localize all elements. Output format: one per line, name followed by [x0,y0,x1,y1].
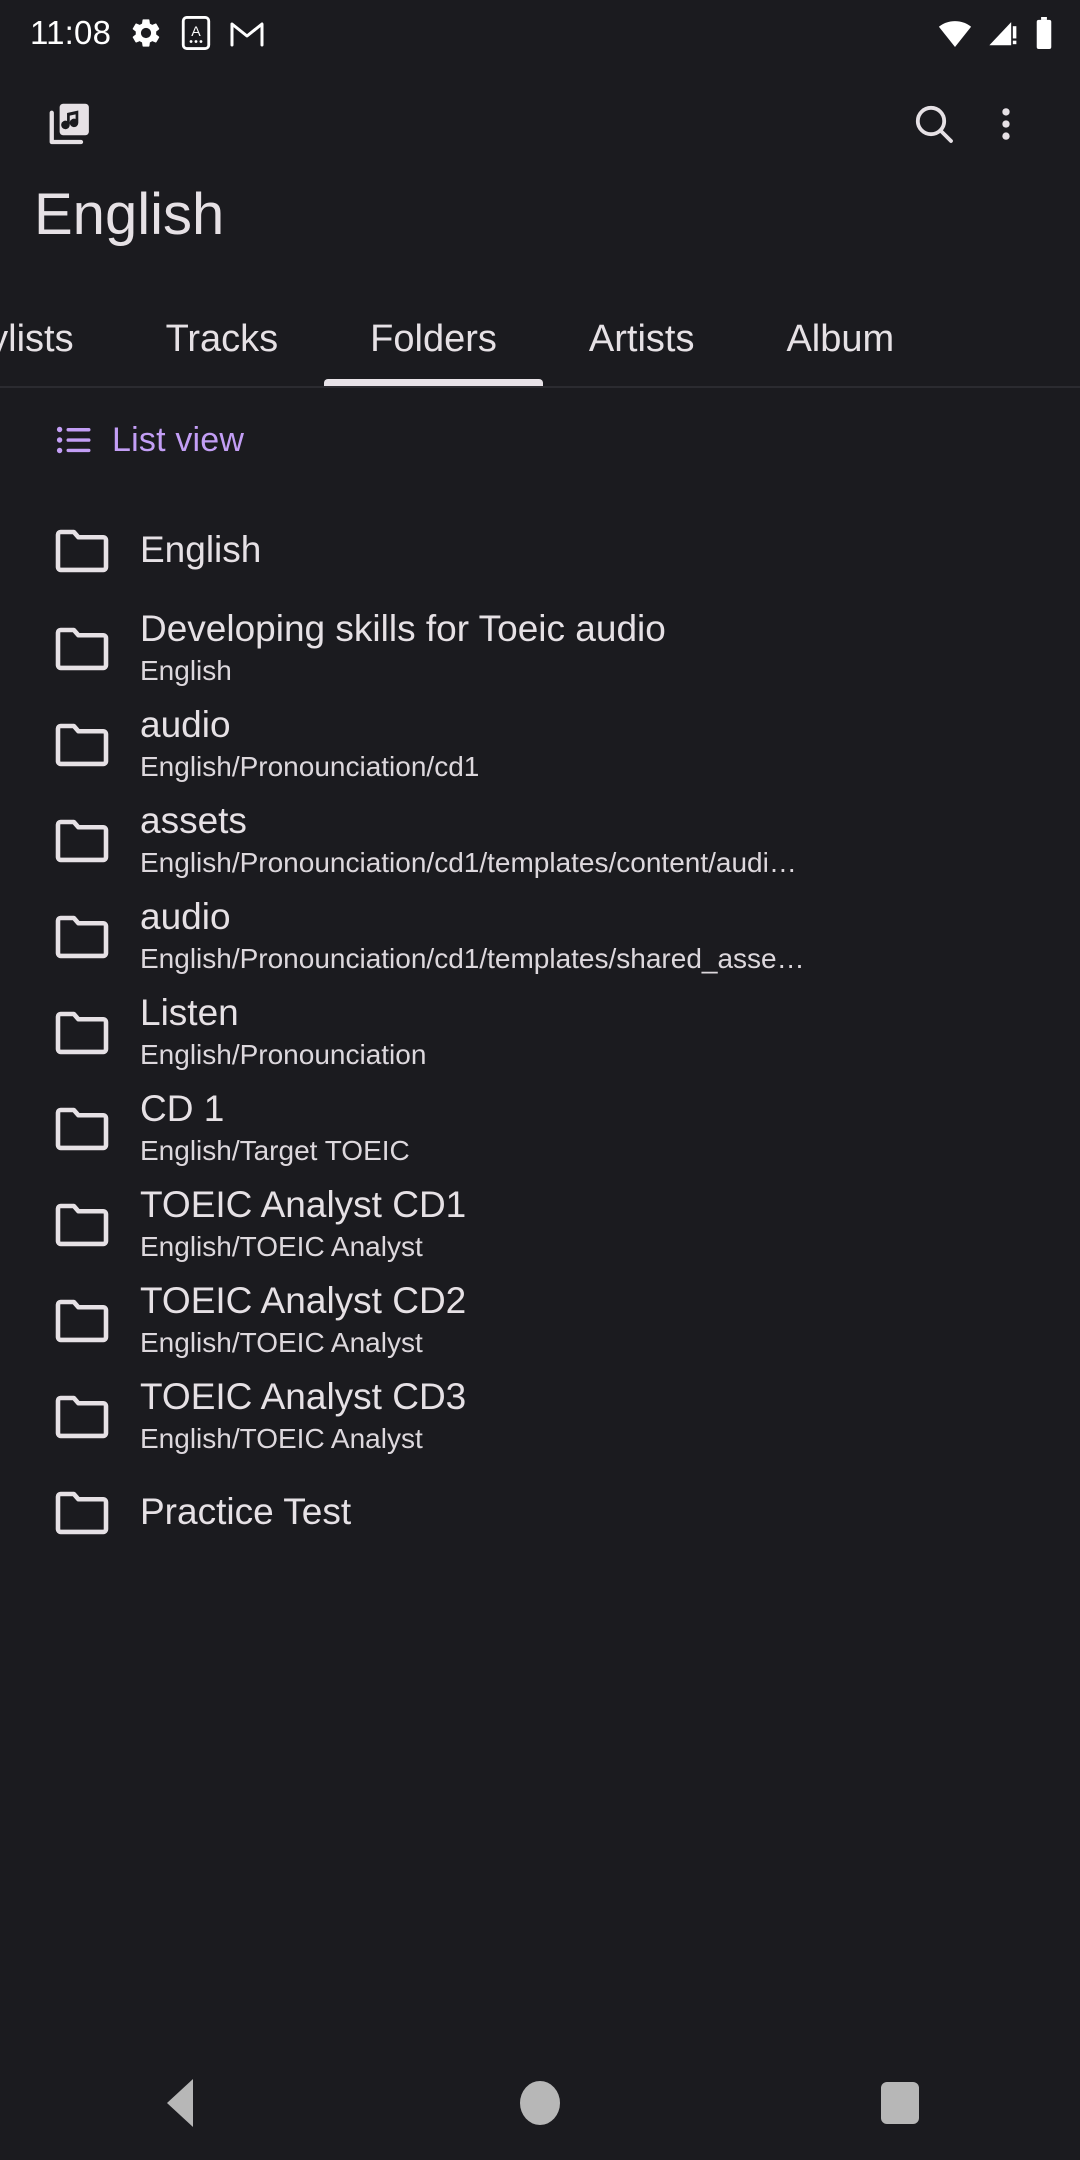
list-item[interactable]: audio English/Pronounciation/cd1 [0,696,1080,792]
overflow-menu-icon[interactable] [970,88,1042,160]
gear-icon [129,16,163,50]
list-item-text: TOEIC Analyst CD2 English/TOEIC Analyst [128,1278,1050,1362]
page-title: English [34,182,225,247]
list-item[interactable]: Practice Test [0,1464,1080,1560]
list-view-button[interactable]: List view [56,421,244,460]
list-item-text: assets English/Pronounciation/cd1/templa… [128,798,1050,882]
status-bar-right [938,17,1054,49]
folder-icon [36,698,128,790]
folder-path: English/Pronounciation/cd1 [140,751,480,782]
list-item[interactable]: assets English/Pronounciation/cd1/templa… [0,792,1080,888]
folder-name: audio [140,704,231,745]
system-navigation-bar [0,2046,1080,2160]
folder-name: audio [140,896,231,937]
tab-strip[interactable]: aylists Tracks Folders Artists Album [0,292,1080,388]
folder-name: Developing skills for Toeic audio [140,608,666,649]
folder-path: English/TOEIC Analyst [140,1231,423,1262]
tab-artists[interactable]: Artists [543,292,741,386]
list-item[interactable]: CD 1 English/Target TOEIC [0,1080,1080,1176]
folder-icon [36,1274,128,1366]
gmail-icon [229,18,265,48]
folder-path: English/Pronounciation/cd1/templates/con… [140,847,797,878]
home-icon [520,2081,560,2125]
view-mode-row: List view [0,388,1080,492]
folder-icon [36,602,128,694]
folder-name: English [140,529,262,570]
app-a-icon: A [181,16,211,50]
music-library-icon[interactable] [36,88,108,160]
folder-name: TOEIC Analyst CD2 [140,1280,467,1321]
list-item-text: audio English/Pronounciation/cd1/templat… [128,894,1050,978]
list-item[interactable]: audio English/Pronounciation/cd1/templat… [0,888,1080,984]
list-item-text: TOEIC Analyst CD3 English/TOEIC Analyst [128,1374,1050,1458]
folder-path: English/Target TOEIC [140,1135,410,1166]
battery-icon [1034,17,1054,49]
folder-name: Practice Test [140,1491,352,1532]
back-icon [167,2079,193,2127]
list-view-icon [56,425,92,455]
cellular-signal-icon [986,18,1020,48]
folder-name: CD 1 [140,1088,225,1129]
list-item-text: Listen English/Pronounciation [128,990,1050,1074]
tab-playlists[interactable]: aylists [0,292,120,386]
list-item[interactable]: Developing skills for Toeic audio Englis… [0,600,1080,696]
folder-icon [36,890,128,982]
folder-name: Listen [140,992,239,1033]
wifi-icon [938,19,972,47]
recents-button[interactable] [800,2046,1000,2160]
list-item-text: Developing skills for Toeic audio Englis… [128,606,1050,690]
status-bar: 11:08 A [0,0,1080,66]
list-item[interactable]: TOEIC Analyst CD2 English/TOEIC Analyst [0,1272,1080,1368]
folder-icon [36,986,128,1078]
list-item-text: Practice Test [128,1489,1050,1535]
list-view-label: List view [112,420,245,459]
folder-name: TOEIC Analyst CD1 [140,1184,467,1225]
phone-screen: 11:08 A English lists Tracks Folders Art… [0,0,1080,2160]
folder-name: assets [140,800,247,841]
app-bar [0,66,1080,182]
list-item[interactable]: English [0,500,1080,600]
list-item-text: audio English/Pronounciation/cd1 [128,702,1050,786]
list-item-text: TOEIC Analyst CD1 English/TOEIC Analyst [128,1182,1050,1266]
folder-icon [36,794,128,886]
recents-icon [881,2082,919,2124]
folder-icon [36,1370,128,1462]
status-bar-clock: 11:08 [30,14,112,51]
list-item[interactable]: TOEIC Analyst CD3 English/TOEIC Analyst [0,1368,1080,1464]
tab-albums[interactable]: Album [740,292,940,386]
svg-text:A: A [191,24,201,40]
search-icon[interactable] [898,88,970,160]
folder-icon [36,1082,128,1174]
tab-tracks[interactable]: Tracks [120,292,325,386]
tab-folders[interactable]: Folders [324,292,543,386]
folder-icon [36,1466,128,1558]
folder-path: English/Pronounciation/cd1/templates/sha… [140,943,805,974]
list-item[interactable]: Listen English/Pronounciation [0,984,1080,1080]
list-item-text: CD 1 English/Target TOEIC [128,1086,1050,1170]
status-bar-left: 11:08 A [30,14,265,52]
folder-path: English [140,655,232,686]
list-item-text: English [128,527,1050,573]
home-button[interactable] [440,2046,640,2160]
page-title-row: English [0,182,1080,292]
folder-list[interactable]: English Developing skills for Toeic audi… [0,492,1080,2046]
list-item[interactable]: TOEIC Analyst CD1 English/TOEIC Analyst [0,1176,1080,1272]
folder-icon [36,1178,128,1270]
folder-name: TOEIC Analyst CD3 [140,1376,467,1417]
folder-icon [36,504,128,596]
folder-path: English/TOEIC Analyst [140,1327,423,1358]
folder-path: English/Pronounciation [140,1039,427,1070]
back-button[interactable] [80,2046,280,2160]
folder-path: English/TOEIC Analyst [140,1423,423,1454]
